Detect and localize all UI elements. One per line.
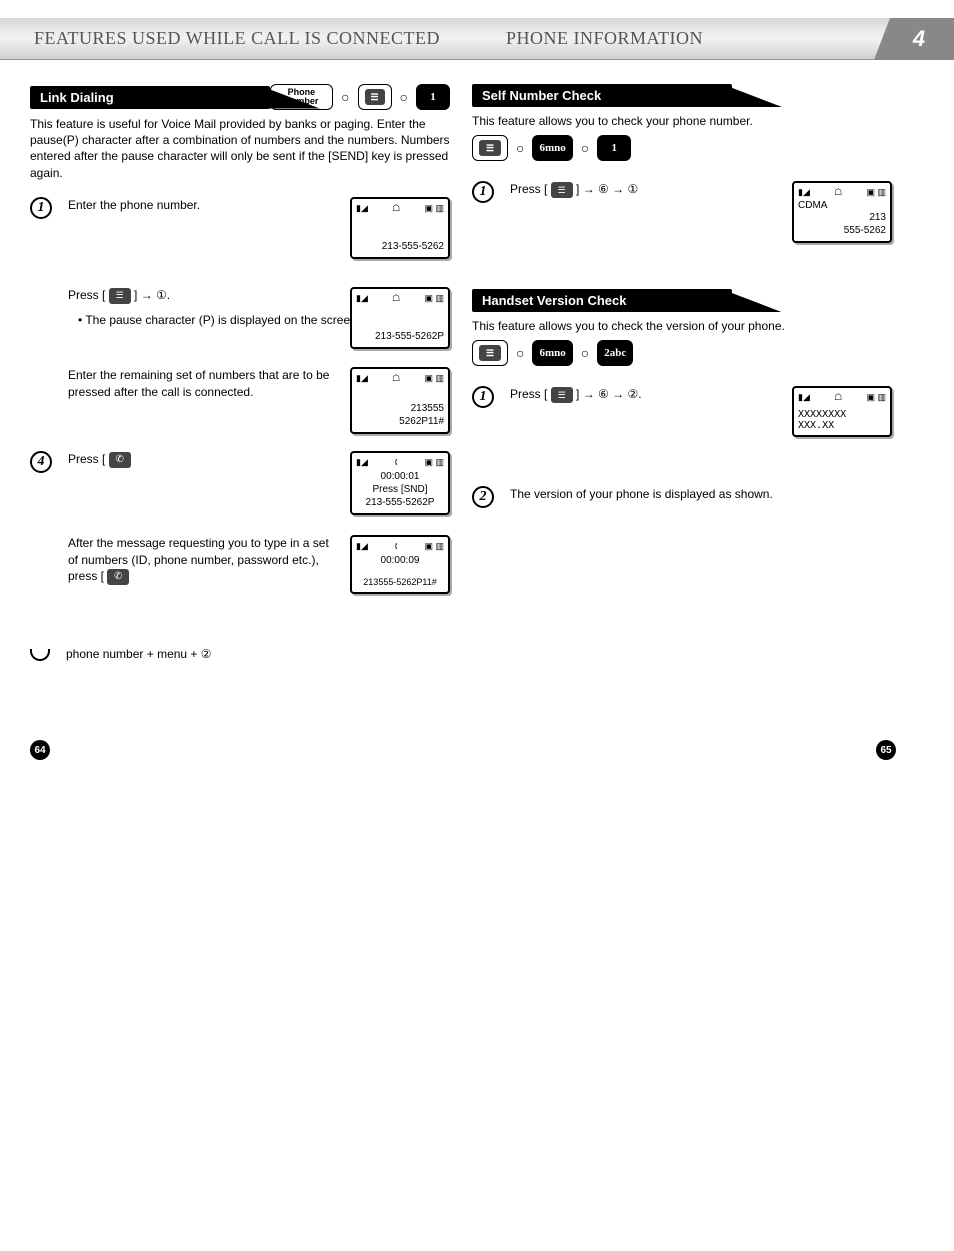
note-arc-icon — [30, 649, 50, 661]
lcd-line: 213555 — [356, 402, 444, 415]
key-2: 2abc — [597, 340, 633, 366]
key-sequence-self-number: ☰ ○ 6mno ○ 1 — [472, 135, 892, 161]
step-text: ] → ⑥ → ②. — [576, 387, 642, 401]
key-6: 6mno — [532, 340, 572, 366]
step-1: 1 Press [ ☰ ] → ⑥ → ②. ▮◢☖▣ ▥ XXXXXXXX X… — [472, 386, 892, 446]
lcd-status-bar: ▮◢☖▣ ▥ — [356, 293, 444, 304]
key-sequence-handset-version: ☰ ○ 6mno ○ 2abc — [472, 340, 892, 366]
step-2: 2 The version of your phone is displayed… — [472, 486, 892, 546]
menu-icon: ☰ — [365, 89, 385, 105]
step-text: The version of your phone is displayed a… — [510, 486, 892, 503]
key-1: 1 — [597, 135, 631, 161]
dial-icon: ✆ — [107, 569, 129, 585]
menu-icon: ☰ — [109, 288, 131, 304]
step-1: 1 Press [ ☰ ] → ⑥ → ① ▮◢☖▣ ▥ CDMA 213 55… — [472, 181, 892, 241]
step-5: After the message requesting you to type… — [30, 535, 450, 595]
step-text: ] → ⑥ → ① — [576, 182, 638, 196]
lcd-line: 213555-5262P11# — [356, 577, 444, 589]
header-left-title: FEATURES USED WHILE CALL IS CONNECTED — [34, 28, 440, 49]
section-title-handset-version: Handset Version Check — [472, 289, 732, 312]
footnote-text: phone number + menu + ② — [66, 646, 450, 663]
step-3: Enter the remaining set of numbers that … — [30, 367, 450, 427]
lcd-status-bar: ▮◢☖▣ ▥ — [798, 392, 886, 403]
key-sep: ○ — [396, 89, 412, 105]
link-dialing-description: This feature is useful for Voice Mail pr… — [30, 116, 450, 181]
lcd-status-bar: ▮◢☖▣ ▥ — [798, 187, 886, 198]
step-number: 1 — [472, 386, 494, 408]
lcd-line: 213-555-5262P — [356, 496, 444, 509]
lcd-line: 555-5262 — [798, 224, 886, 237]
self-number-description: This feature allows you to check your ph… — [472, 113, 892, 129]
lcd-line: 213-555-5262P — [356, 330, 444, 343]
dial-icon: ✆ — [109, 452, 131, 468]
key-sep: ○ — [512, 140, 528, 156]
lcd-line: 213-555-5262 — [356, 240, 444, 253]
page-number-right: 65 — [876, 740, 896, 760]
section-title-link-dialing: Link Dialing — [30, 86, 270, 109]
lcd-line: XXXXXXXX — [798, 409, 886, 420]
key-sep: ○ — [512, 345, 528, 361]
page-number-left: 64 — [30, 740, 50, 760]
menu-icon: ☰ — [551, 387, 573, 403]
lcd-screen: ▮◢☖▣ ▥ CDMA 213 555-5262 — [792, 181, 892, 243]
lcd-status-bar: ▮◢☖▣ ▥ — [356, 373, 444, 384]
lcd-line: 5262P11# — [356, 415, 444, 428]
lcd-label: CDMA — [798, 200, 886, 211]
lcd-screen: ▮◢☖▣ ▥ XXXXXXXX XXX.XX — [792, 386, 892, 437]
step-text: ] → ①. — [134, 288, 170, 302]
step-text: Press [ — [510, 387, 547, 401]
lcd-screen: ▮◢ ☖ ▣ ▥ 213-555-5262 — [350, 197, 450, 259]
step-4: 4 Press [ ✆ ▮◢🕻▣ ▥ 00:00:01 Press [SND] … — [30, 451, 450, 511]
section-title-self-number: Self Number Check — [472, 84, 732, 107]
handset-version-description: This feature allows you to check the ver… — [472, 318, 892, 334]
footnote: phone number + menu + ② — [30, 625, 450, 685]
left-page: Link Dialing Phone Number ○ ☰ ○ 1 This f… — [30, 84, 450, 685]
step-number: 2 — [472, 486, 494, 508]
key-1: 1 — [416, 84, 450, 110]
lcd-status-bar: ▮◢🕻▣ ▥ — [356, 457, 444, 468]
lcd-line: 213 — [798, 211, 886, 224]
right-page: Self Number Check This feature allows yo… — [472, 84, 892, 546]
header-right-title: PHONE INFORMATION — [506, 28, 703, 49]
step-number: 1 — [472, 181, 494, 203]
lcd-screen: ▮◢☖▣ ▥ 213555 5262P11# — [350, 367, 450, 434]
lcd-line: XXX.XX — [798, 420, 886, 431]
signal-icon: ▮◢ — [356, 203, 368, 214]
step-text: Press [ — [510, 182, 547, 196]
step-1: 1 Enter the phone number. ▮◢☖▣ ▥ 213-555… — [30, 197, 450, 257]
battery-icon: ▣ ▥ — [424, 203, 444, 214]
lcd-line: 00:00:01 — [356, 470, 444, 483]
key-sep: ○ — [577, 345, 593, 361]
step-number: 4 — [30, 451, 52, 473]
key-sep: ○ — [337, 89, 353, 105]
menu-key-icon: ☰ — [472, 135, 508, 161]
lcd-line: Press [SND] — [356, 483, 444, 496]
lcd-status-bar: ▮◢🕻▣ ▥ — [356, 541, 444, 552]
page-header: FEATURES USED WHILE CALL IS CONNECTED PH… — [0, 18, 954, 60]
lcd-screen: ▮◢☖▣ ▥ 213-555-5262P — [350, 287, 450, 349]
key-6: 6mno — [532, 135, 572, 161]
menu-icon: ☰ — [479, 140, 501, 156]
menu-icon: ☰ — [479, 345, 501, 361]
step-text: Press [ — [68, 452, 105, 466]
menu-key-icon: ☰ — [358, 84, 392, 110]
lcd-screen: ▮◢🕻▣ ▥ 00:00:01 Press [SND] 213-555-5262… — [350, 451, 450, 515]
antenna-icon: ☖ — [392, 203, 400, 214]
step-number: 1 — [30, 197, 52, 219]
menu-key-icon: ☰ — [472, 340, 508, 366]
menu-icon: ☰ — [551, 182, 573, 198]
key-sep: ○ — [577, 140, 593, 156]
lcd-screen: ▮◢🕻▣ ▥ 00:00:09 213555-5262P11# — [350, 535, 450, 595]
lcd-line: 00:00:09 — [356, 554, 444, 567]
step-text: Press [ — [68, 288, 105, 302]
step-2: Press [ ☰ ] → ①. • The pause character (… — [30, 287, 450, 347]
lcd-status-bar: ▮◢ ☖ ▣ ▥ — [356, 203, 444, 214]
